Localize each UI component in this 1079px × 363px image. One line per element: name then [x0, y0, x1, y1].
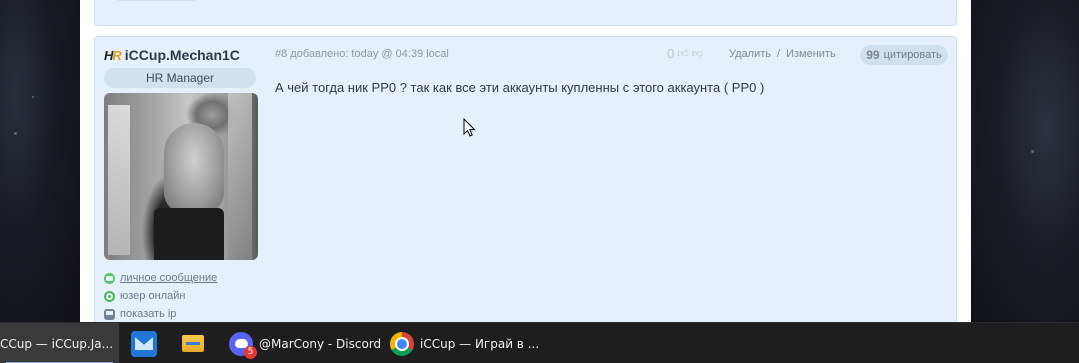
page-background-right [971, 0, 1079, 322]
show-ip-link[interactable]: показать ip [104, 305, 217, 323]
actions-separator: / [777, 48, 781, 60]
show-ip-label[interactable]: показать ip [120, 308, 176, 320]
quote-button[interactable]: 99 цитировать [860, 45, 948, 65]
folder-icon [180, 331, 206, 357]
avatar [104, 93, 258, 260]
taskbar: CCup — iCCup.Ja... 5 @MarCony - Discord … [0, 322, 1079, 363]
avatar-detail [154, 208, 224, 260]
post-actions: Удалить / Изменить [729, 48, 836, 60]
online-status-label: юзер онлайн [120, 290, 186, 302]
user-online-status: юзер онлайн [104, 287, 217, 305]
user-links: личное сообщение юзер онлайн показать ip [104, 269, 217, 323]
avatar-detail [164, 123, 224, 213]
ip-icon [104, 308, 115, 320]
rating-value: 0 [667, 46, 675, 61]
thumbs-down-icon[interactable]: 👎︎ [692, 47, 703, 60]
avatar-detail [228, 93, 252, 260]
background-sparkle [14, 132, 17, 135]
thumbs-up-icon[interactable]: 👍︎ [677, 47, 689, 60]
mail-icon [131, 330, 157, 357]
notification-badge: 5 [244, 345, 257, 359]
chrome-icon [390, 331, 414, 356]
message-icon [104, 272, 115, 284]
taskbar-item-chrome[interactable]: iCCup — Играй в ... [390, 323, 539, 363]
previous-post [94, 0, 957, 26]
taskbar-item-mail[interactable] [131, 323, 157, 363]
post-meta: #8 добавлено: today @ 04:39 local [275, 48, 449, 60]
background-sparkle [1031, 150, 1034, 153]
previous-post-text-fragment [117, 0, 197, 1]
delete-link[interactable]: Удалить [729, 48, 771, 60]
taskbar-item-discord[interactable]: 5 @MarCony - Discord [229, 323, 381, 363]
private-message-label[interactable]: личное сообщение [120, 272, 217, 284]
forum-content: HR iCCup.Mechan1C HR Manager личное сооб… [80, 0, 971, 336]
taskbar-item-label: @MarCony - Discord [259, 336, 382, 351]
hr-logo-icon: HR [104, 47, 122, 63]
post-author[interactable]: HR iCCup.Mechan1C [104, 45, 240, 65]
post-body: А чей тогда ник РР0 ? так как все эти ак… [275, 80, 765, 95]
edit-link[interactable]: Изменить [786, 48, 836, 60]
post-rating: 0 👍︎ 👎︎ [667, 46, 703, 61]
online-status-icon [104, 290, 115, 302]
background-sparkle [32, 96, 34, 98]
taskbar-item-explorer[interactable] [180, 323, 206, 363]
taskbar-item-label: iCCup — Играй в ... [420, 336, 540, 351]
taskbar-item-iccup-window[interactable]: CCup — iCCup.Ja... [0, 323, 119, 363]
role-badge: HR Manager [104, 68, 256, 88]
page-background-left [0, 0, 80, 322]
avatar-detail [108, 105, 130, 255]
discord-icon: 5 [229, 331, 257, 359]
quote-icon: 99 [866, 48, 880, 62]
forum-post: HR iCCup.Mechan1C HR Manager личное сооб… [94, 36, 957, 336]
private-message-link[interactable]: личное сообщение [104, 269, 217, 287]
taskbar-item-label: CCup — iCCup.Ja... [0, 336, 114, 351]
author-name[interactable]: iCCup.Mechan1C [125, 47, 240, 63]
mouse-cursor-icon [463, 118, 476, 137]
quote-label: цитировать [883, 49, 942, 61]
